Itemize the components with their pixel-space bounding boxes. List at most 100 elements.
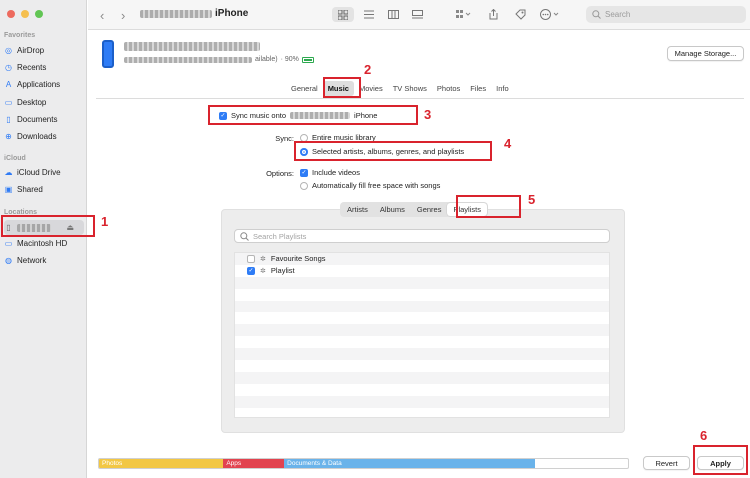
sidebar-item-label: Downloads (17, 132, 57, 141)
close-window-button[interactable] (7, 10, 15, 18)
segment-albums[interactable]: Albums (374, 203, 411, 216)
sidebar-item-label: Documents (17, 114, 58, 124)
storage-usage-bar: Photos Apps Documents & Data (98, 458, 629, 469)
sidebar-item-label: AirDrop (17, 46, 45, 55)
sidebar-item-shared[interactable]: ▣ Shared (4, 182, 84, 197)
annotation-box-2 (323, 77, 361, 98)
document-icon: ▯ (6, 114, 11, 124)
sidebar-item-label: Shared (17, 185, 43, 194)
window-title-text: iPhone (215, 8, 249, 19)
list-icon (364, 10, 374, 19)
search-field[interactable]: Search (586, 6, 746, 23)
sidebar-section-favorites: Favorites (4, 32, 36, 39)
sidebar-item-applications[interactable]: A Applications (4, 77, 84, 92)
playlist-checkbox[interactable] (247, 254, 255, 263)
tab-info[interactable]: Info (491, 81, 514, 96)
annotation-number-3: 3 (424, 107, 432, 122)
sidebar-item-label: Macintosh HD (17, 239, 68, 248)
sidebar-item-label: Applications (17, 80, 61, 90)
device-tabs: General Music Movies TV Shows Photos Files Inf… (286, 81, 514, 96)
annotation-number-5: 5 (528, 192, 536, 207)
sidebar-item-desktop[interactable]: ▭ Desktop (4, 95, 84, 110)
storage-segment-apps: Apps (223, 459, 285, 468)
options-label: Options: (266, 169, 294, 178)
annotation-number-2: 2 (364, 62, 372, 77)
tab-photos[interactable]: Photos (432, 81, 465, 96)
autofill-option[interactable]: Automatically fill free space with songs (300, 181, 440, 190)
sidebar-item-label: iCloud Drive (17, 168, 61, 177)
annotation-box-6 (693, 445, 748, 475)
playlist-name: Favourite Songs (270, 254, 326, 264)
playlist-row[interactable]: ✓ ✲ Playlist (235, 265, 609, 277)
share-icon (489, 9, 497, 20)
columns-icon (387, 10, 399, 19)
sync-label: Sync: (275, 134, 294, 143)
group-icon (456, 10, 471, 18)
sidebar-item-network[interactable]: ◍ Network (4, 253, 84, 268)
playlist-list: ✲ Favourite Songs ✓ ✲ Playlist (234, 252, 610, 418)
playlist-row[interactable]: ✲ Favourite Songs (235, 253, 609, 265)
zoom-window-button[interactable] (35, 10, 43, 18)
tab-tv-shows[interactable]: TV Shows (388, 81, 432, 96)
playlist-checkbox[interactable]: ✓ (247, 266, 255, 275)
sidebar-item-label: Recents (17, 63, 47, 73)
sidebar-item-documents[interactable]: ▯ Documents (4, 112, 84, 127)
more-actions-button[interactable] (538, 7, 562, 22)
group-by-button[interactable] (452, 7, 476, 22)
gallery-icon (411, 10, 423, 19)
sidebar-item-downloads[interactable]: ⊕ Downloads (4, 129, 84, 144)
column-view-button[interactable] (384, 7, 402, 22)
include-videos-option[interactable]: ✓ Include videos (300, 168, 360, 177)
playlist-search-field[interactable]: Search Playlists (234, 229, 610, 243)
list-view-button[interactable] (360, 7, 378, 22)
empty-row (235, 289, 609, 301)
smart-playlist-gear-icon: ✲ (260, 267, 266, 275)
globe-icon: ◍ (5, 256, 12, 265)
storage-available-text: ailable) (255, 56, 278, 63)
battery-icon (301, 56, 314, 63)
empty-row (235, 395, 609, 408)
minimize-window-button[interactable] (21, 10, 29, 18)
airdrop-icon: ◎ (5, 46, 12, 55)
icon-view-button[interactable] (332, 7, 354, 22)
forward-button[interactable]: › (121, 8, 125, 23)
share-button[interactable] (486, 7, 500, 22)
tag-button[interactable] (513, 7, 527, 22)
segment-artists[interactable]: Artists (341, 203, 374, 216)
device-name-redacted (140, 9, 212, 18)
gallery-view-button[interactable] (408, 7, 426, 22)
toolbar: ‹ › iPhone Search (88, 0, 750, 30)
battery-percent: · 90% (280, 56, 299, 63)
tab-files[interactable]: Files (465, 81, 491, 96)
sidebar-item-recents[interactable]: ◷ Recents (4, 60, 84, 75)
manage-storage-button[interactable]: Manage Storage... (667, 46, 744, 61)
cloud-icon: ☁ (4, 168, 13, 177)
annotation-number-4: 4 (504, 136, 512, 151)
window-title: iPhone (140, 8, 248, 19)
sidebar-item-macintosh-hd[interactable]: ▭ Macintosh HD (4, 236, 84, 251)
device-name (124, 42, 260, 53)
iphone-device-icon (102, 40, 114, 68)
tab-general[interactable]: General (286, 81, 323, 96)
back-button[interactable]: ‹ (100, 8, 104, 23)
playlist-name: Playlist (270, 266, 295, 276)
sidebar-item-icloud-drive[interactable]: ☁ iCloud Drive (4, 165, 84, 180)
empty-row (235, 324, 609, 337)
smart-playlist-gear-icon: ✲ (260, 255, 266, 263)
include-videos-label: Include videos (312, 168, 360, 177)
autofill-checkbox[interactable] (300, 181, 308, 190)
revert-button[interactable]: Revert (643, 456, 690, 470)
sidebar-item-label: Network (17, 256, 47, 265)
empty-row (235, 312, 609, 324)
ellipsis-circle-icon (540, 9, 559, 20)
annotation-number-1: 1 (101, 214, 109, 229)
storage-segment-photos: Photos (99, 459, 224, 468)
segment-genres[interactable]: Genres (411, 203, 448, 216)
sidebar-item-airdrop[interactable]: ◎ AirDrop (4, 43, 84, 58)
empty-row (235, 384, 609, 396)
empty-row (235, 336, 609, 348)
empty-row (235, 348, 609, 361)
device-model-redacted (124, 56, 252, 63)
include-videos-checkbox[interactable]: ✓ (300, 168, 308, 177)
device-name-redacted (124, 42, 260, 51)
